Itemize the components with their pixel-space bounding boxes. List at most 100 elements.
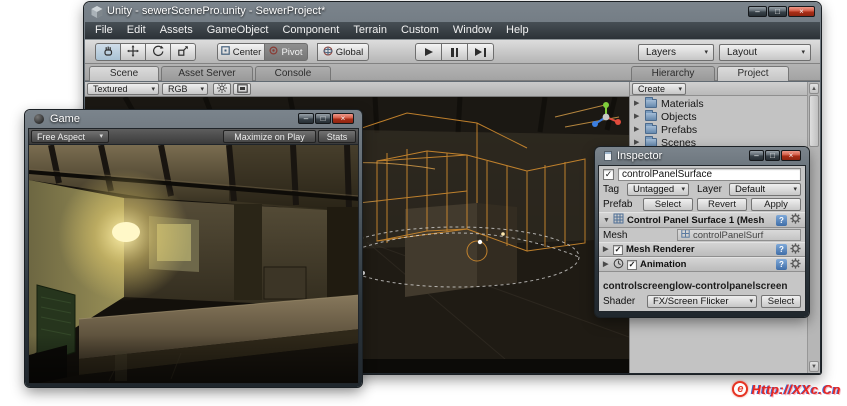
scene-view-toolbar: Textured ▾ RGB ▾ xyxy=(85,82,629,97)
aspect-dropdown[interactable]: Free Aspect ▾ xyxy=(31,130,109,143)
help-icon[interactable]: ? xyxy=(776,244,787,255)
center-button[interactable]: Center xyxy=(217,43,265,61)
component-enabled-checkbox[interactable]: ✓ xyxy=(613,245,623,255)
tab-hierarchy[interactable]: Hierarchy xyxy=(631,66,715,81)
rotation-toggle-group: Global xyxy=(317,43,369,61)
active-checkbox[interactable]: ✓ xyxy=(603,169,614,180)
maximize-on-play-button[interactable]: Maximize on Play xyxy=(223,130,316,143)
play-icon xyxy=(425,48,433,56)
help-icon[interactable]: ? xyxy=(776,215,787,226)
menu-file[interactable]: File xyxy=(88,22,120,39)
global-icon xyxy=(323,46,333,59)
pivot-label: Pivot xyxy=(281,47,302,58)
scrollbar-thumb[interactable] xyxy=(809,95,819,147)
scene-gizmo[interactable] xyxy=(589,100,623,139)
minimize-icon[interactable]: – xyxy=(749,150,764,161)
draw-mode-dropdown[interactable]: Textured ▾ xyxy=(87,83,159,95)
scene-overlay-toggle[interactable] xyxy=(233,83,251,95)
minimize-icon[interactable]: – xyxy=(298,113,314,124)
foldout-icon[interactable]: ▶ xyxy=(634,126,641,133)
tag-dropdown[interactable]: Untagged ▾ xyxy=(627,183,689,196)
move-tool-icon xyxy=(127,45,139,60)
foldout-icon[interactable]: ▶ xyxy=(634,113,641,120)
mesh-object-field[interactable]: controlPanelSurf xyxy=(677,229,801,241)
shader-dropdown[interactable]: FX/Screen Flicker ▾ xyxy=(647,295,757,308)
create-dropdown[interactable]: Create ▾ xyxy=(632,83,686,95)
foldout-icon[interactable]: ▶ xyxy=(634,100,641,107)
play-button[interactable] xyxy=(415,43,442,61)
render-channels-dropdown[interactable]: RGB ▾ xyxy=(162,83,208,95)
stats-button[interactable]: Stats xyxy=(318,130,356,143)
menu-component[interactable]: Component xyxy=(275,22,346,39)
object-name-field[interactable]: controlPanelSurface xyxy=(618,168,801,181)
help-icon[interactable]: ? xyxy=(776,259,787,270)
game-titlebar[interactable]: Game – □ × xyxy=(28,110,359,128)
prefab-apply-button[interactable]: Apply xyxy=(751,198,801,211)
scale-tool-button[interactable] xyxy=(170,43,196,61)
step-icon xyxy=(475,48,482,56)
project-folder-materials[interactable]: ▶ Materials xyxy=(630,97,807,110)
project-folder-objects[interactable]: ▶ Objects xyxy=(630,110,807,123)
mesh-icon xyxy=(681,229,690,241)
close-icon[interactable]: × xyxy=(781,150,801,161)
foldout-icon[interactable]: ▶ xyxy=(634,139,641,146)
pivot-icon xyxy=(269,46,278,58)
scroll-down-icon[interactable]: ▼ xyxy=(809,361,819,372)
menu-edit[interactable]: Edit xyxy=(120,22,153,39)
pivot-button[interactable]: Pivot xyxy=(264,43,308,61)
menu-window[interactable]: Window xyxy=(446,22,499,39)
menu-terrain[interactable]: Terrain xyxy=(346,22,394,39)
component-animation[interactable]: ▶ ✓ Animation ? xyxy=(599,257,805,272)
prefab-select-button[interactable]: Select xyxy=(643,198,693,211)
component-mesh-renderer[interactable]: ▶ ✓ Mesh Renderer ? xyxy=(599,242,805,257)
menu-custom[interactable]: Custom xyxy=(394,22,446,39)
foldout-icon[interactable]: ▶ xyxy=(603,261,610,268)
window-title: Unity - sewerScenePro.unity - SewerProje… xyxy=(107,5,325,17)
sun-icon xyxy=(217,80,227,98)
foldout-icon[interactable]: ▶ xyxy=(603,246,610,253)
tab-asset-server[interactable]: Asset Server xyxy=(161,66,253,81)
pause-button[interactable] xyxy=(441,43,468,61)
layer-dropdown[interactable]: Default ▾ xyxy=(729,183,801,196)
game-toolbar: Free Aspect ▾ Maximize on Play Stats xyxy=(28,128,359,144)
gear-icon[interactable] xyxy=(790,213,801,227)
chevron-down-icon: ▾ xyxy=(99,133,103,140)
maximize-icon[interactable]: □ xyxy=(765,150,780,161)
prefab-revert-button[interactable]: Revert xyxy=(697,198,747,211)
inspector-icon xyxy=(604,151,612,161)
main-toolbar: Center Pivot Global Layers ▾ Layout ▾ xyxy=(85,39,820,64)
gear-icon[interactable] xyxy=(790,258,801,272)
rotate-tool-button[interactable] xyxy=(145,43,171,61)
tab-project[interactable]: Project xyxy=(717,66,789,81)
scene-lighting-toggle[interactable] xyxy=(213,83,231,95)
panel-tab-row: Scene Asset Server Console Hierarchy Pro… xyxy=(85,64,820,81)
component-mesh-filter[interactable]: ▼ Control Panel Surface 1 (Mesh ? xyxy=(599,212,805,228)
minimize-icon[interactable]: – xyxy=(748,6,767,17)
maximize-icon[interactable]: □ xyxy=(315,113,331,124)
chevron-down-icon: ▾ xyxy=(801,49,805,56)
menu-gameobject[interactable]: GameObject xyxy=(200,22,276,39)
main-titlebar[interactable]: Unity - sewerScenePro.unity - SewerProje… xyxy=(85,2,820,22)
global-button[interactable]: Global xyxy=(317,43,369,61)
shader-select-button[interactable]: Select xyxy=(761,295,801,308)
component-enabled-checkbox[interactable]: ✓ xyxy=(627,260,637,270)
playmode-controls xyxy=(415,43,494,61)
step-button[interactable] xyxy=(467,43,494,61)
scroll-up-icon[interactable]: ▲ xyxy=(809,83,819,94)
material-name: controlscreenglow-controlpanelscreen xyxy=(603,281,788,292)
hand-tool-button[interactable] xyxy=(95,43,121,61)
move-tool-button[interactable] xyxy=(120,43,146,61)
gear-icon[interactable] xyxy=(790,243,801,257)
layers-dropdown[interactable]: Layers ▾ xyxy=(638,44,714,61)
close-icon[interactable]: × xyxy=(332,113,354,124)
project-folder-prefabs[interactable]: ▶ Prefabs xyxy=(630,123,807,136)
menu-assets[interactable]: Assets xyxy=(153,22,200,39)
foldout-icon[interactable]: ▼ xyxy=(603,217,610,224)
inspector-titlebar[interactable]: Inspector – □ × xyxy=(598,147,806,165)
close-icon[interactable]: × xyxy=(788,6,815,17)
maximize-icon[interactable]: □ xyxy=(768,6,787,17)
layout-dropdown[interactable]: Layout ▾ xyxy=(719,44,811,61)
menu-help[interactable]: Help xyxy=(499,22,536,39)
tab-scene[interactable]: Scene xyxy=(89,66,159,81)
tab-console[interactable]: Console xyxy=(255,66,331,81)
